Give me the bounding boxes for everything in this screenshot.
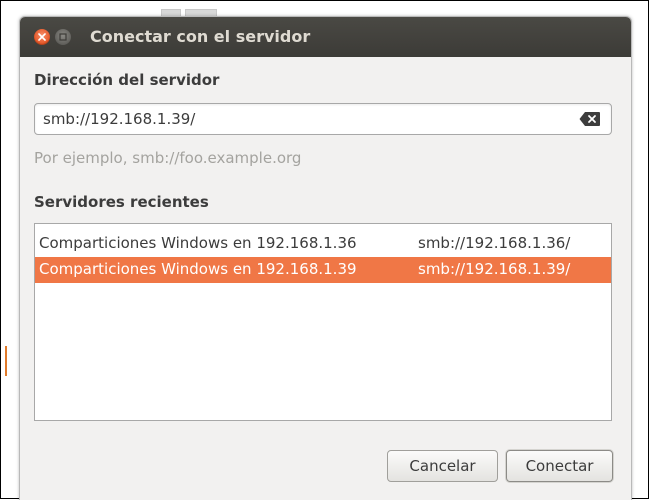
maximize-button[interactable] (55, 29, 71, 45)
close-icon (38, 33, 46, 41)
connect-button[interactable]: Conectar (506, 450, 613, 482)
server-address-input[interactable] (43, 108, 563, 130)
connect-to-server-dialog: Conectar con el servidor Dirección del s… (19, 16, 632, 500)
maximize-icon (59, 33, 67, 41)
recent-server-item-selected[interactable]: Comparticiones Windows en 192.168.1.39 s… (35, 257, 611, 283)
close-button[interactable] (34, 29, 50, 45)
dialog-title: Conectar con el servidor (90, 27, 311, 46)
recent-server-name: Comparticiones Windows en 192.168.1.39 (39, 260, 357, 278)
recent-server-uri: smb://192.168.1.39/ (418, 260, 571, 278)
server-address-label: Dirección del servidor (34, 71, 220, 89)
recent-server-name: Comparticiones Windows en 192.168.1.36 (39, 234, 357, 252)
clear-text-icon[interactable] (579, 111, 601, 127)
background-edge-mark (5, 346, 7, 376)
titlebar: Conectar con el servidor (20, 17, 631, 57)
cancel-button[interactable]: Cancelar (387, 450, 498, 482)
server-address-example: Por ejemplo, smb://foo.example.org (34, 149, 302, 167)
server-address-field[interactable] (34, 103, 612, 135)
recent-server-uri: smb://192.168.1.36/ (418, 234, 571, 252)
recent-servers-list[interactable]: Comparticiones Windows en 192.168.1.36 s… (34, 223, 612, 421)
recent-server-item[interactable]: Comparticiones Windows en 192.168.1.36 s… (35, 231, 611, 257)
recent-servers-label: Servidores recientes (34, 193, 209, 211)
